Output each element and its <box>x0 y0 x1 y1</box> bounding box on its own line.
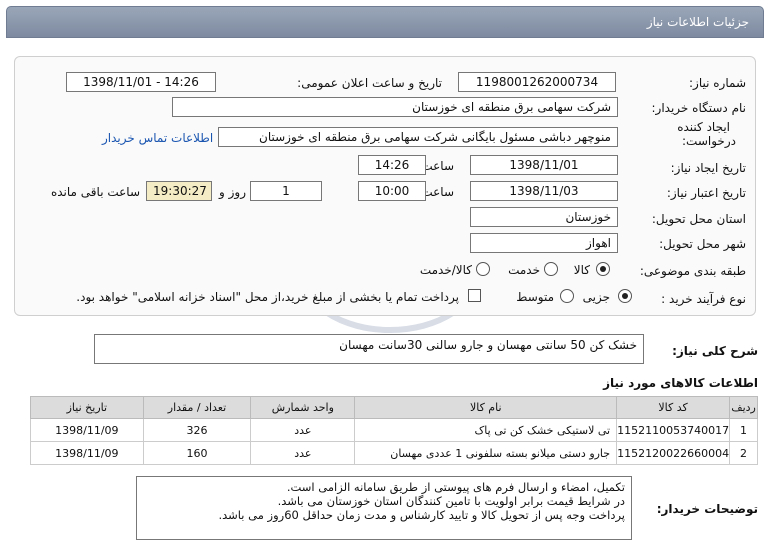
validity-date-field: 1398/11/03 <box>470 181 618 201</box>
summary-label: شرح کلی نیاز: <box>672 344 758 358</box>
announce-field: 1398/11/01 - 14:26 <box>66 72 216 92</box>
category-radio-goods-service[interactable] <box>476 262 490 276</box>
item-unit: عدد <box>250 441 356 465</box>
need-number-field: 1198001262000734 <box>458 72 616 92</box>
buyer-notes-label: توضیحات خریدار: <box>656 502 758 516</box>
category-radio-goods[interactable] <box>596 262 610 276</box>
created-time-label: ساعت <box>421 159 454 173</box>
item-quantity: 160 <box>142 441 252 465</box>
window-title-bar: جزئیات اطلاعات نیاز <box>6 6 764 38</box>
buyer-note-line: در شرایط قیمت برابر اولویت با تامین کنند… <box>277 494 625 508</box>
category-option-goods: کالا <box>573 263 590 277</box>
announce-label: تاریخ و ساعت اعلان عمومی: <box>297 76 442 90</box>
created-date-field: 1398/11/01 <box>470 155 618 175</box>
days-field: 1 <box>250 181 322 201</box>
remaining-label: ساعت باقی مانده <box>50 185 140 199</box>
item-code: 1152110053740017 <box>616 418 731 442</box>
process-option-minor: جزیی <box>582 290 610 304</box>
remaining-time-field: 19:30:27 <box>146 181 212 201</box>
summary-field: خشک کن 50 سانتی مهسان و جارو سالنی 30سان… <box>94 334 644 364</box>
buyer-notes-field: تکمیل، امضاء و ارسال فرم های پیوستی از ط… <box>136 476 632 540</box>
row-number: 1 <box>729 418 758 442</box>
item-unit: عدد <box>250 418 356 442</box>
created-date-label: تاریخ ایجاد نیاز: <box>670 161 746 175</box>
requester-label-line2: درخواست: <box>682 134 736 148</box>
days-label: روز و <box>219 185 246 199</box>
window-title: جزئیات اطلاعات نیاز <box>646 15 749 29</box>
validity-time-label: ساعت <box>421 185 454 199</box>
item-code: 1152120022660004 <box>616 441 731 465</box>
treasury-payment-checkbox[interactable] <box>468 289 481 302</box>
item-name: تی لاستیکی خشک کن تی پاک <box>354 418 618 442</box>
need-number-label: شماره نیاز: <box>689 76 746 90</box>
item-name: جارو دستی میلانو بسته سلفونی 1 عددی مهسا… <box>354 441 618 465</box>
process-radio-medium[interactable] <box>560 289 574 303</box>
category-option-service: خدمت <box>508 263 540 277</box>
col-quantity: تعداد / مقدار <box>142 396 252 419</box>
category-option-goods-service: کالا/خدمت <box>419 263 472 277</box>
items-table: ردیف کد کالا نام کالا واحد شمارش تعداد /… <box>30 396 758 465</box>
buyer-note-line: پرداخت وجه پس از تحویل کالا و تایید کارش… <box>218 508 625 522</box>
province-label: استان محل تحویل: <box>651 212 746 226</box>
validity-time-field: 10:00 <box>358 181 426 201</box>
col-row: ردیف <box>729 396 758 419</box>
item-quantity: 326 <box>142 418 252 442</box>
buyer-note-line: تکمیل، امضاء و ارسال فرم های پیوستی از ط… <box>286 480 625 494</box>
row-number: 2 <box>729 441 758 465</box>
category-label: طبقه بندی موضوعی: <box>639 264 746 278</box>
category-radio-service[interactable] <box>544 262 558 276</box>
col-need-date: تاریخ نیاز <box>30 396 144 419</box>
buyer-contact-link[interactable]: اطلاعات تماس خریدار <box>102 131 213 145</box>
requester-field: منوچهر دباشی مسئول بایگانی شرکت سهامی بر… <box>218 127 618 147</box>
buyer-org-label: نام دستگاه خریدار: <box>651 101 747 115</box>
items-section-title: اطلاعات کالاهای مورد نیاز <box>603 376 758 390</box>
created-time-field: 14:26 <box>358 155 426 175</box>
validity-date-label: تاریخ اعتبار نیاز: <box>666 186 746 200</box>
table-row: 1 1152110053740017 تی لاستیکی خشک کن تی … <box>30 418 758 442</box>
col-name: نام کالا <box>354 396 618 419</box>
requester-label-line1: ایجاد کننده <box>677 120 730 134</box>
city-field: اهواز <box>470 233 618 253</box>
city-label: شهر محل تحویل: <box>659 237 746 251</box>
items-table-header: ردیف کد کالا نام کالا واحد شمارش تعداد /… <box>30 396 758 419</box>
table-row: 2 1152120022660004 جارو دستی میلانو بسته… <box>30 441 758 465</box>
process-radio-minor[interactable] <box>618 289 632 303</box>
item-need-date: 1398/11/09 <box>30 441 144 465</box>
process-label: نوع فرآیند خرید : <box>661 292 746 306</box>
col-unit: واحد شمارش <box>250 396 356 419</box>
treasury-payment-note: پرداخت تمام یا بخشی از مبلغ خرید،از محل … <box>76 290 459 304</box>
process-option-medium: متوسط <box>516 290 554 304</box>
province-field: خوزستان <box>470 207 618 227</box>
buyer-org-field: شرکت سهامی برق منطقه ای خوزستان <box>172 97 618 117</box>
item-need-date: 1398/11/09 <box>30 418 144 442</box>
col-code: کد کالا <box>616 396 731 419</box>
